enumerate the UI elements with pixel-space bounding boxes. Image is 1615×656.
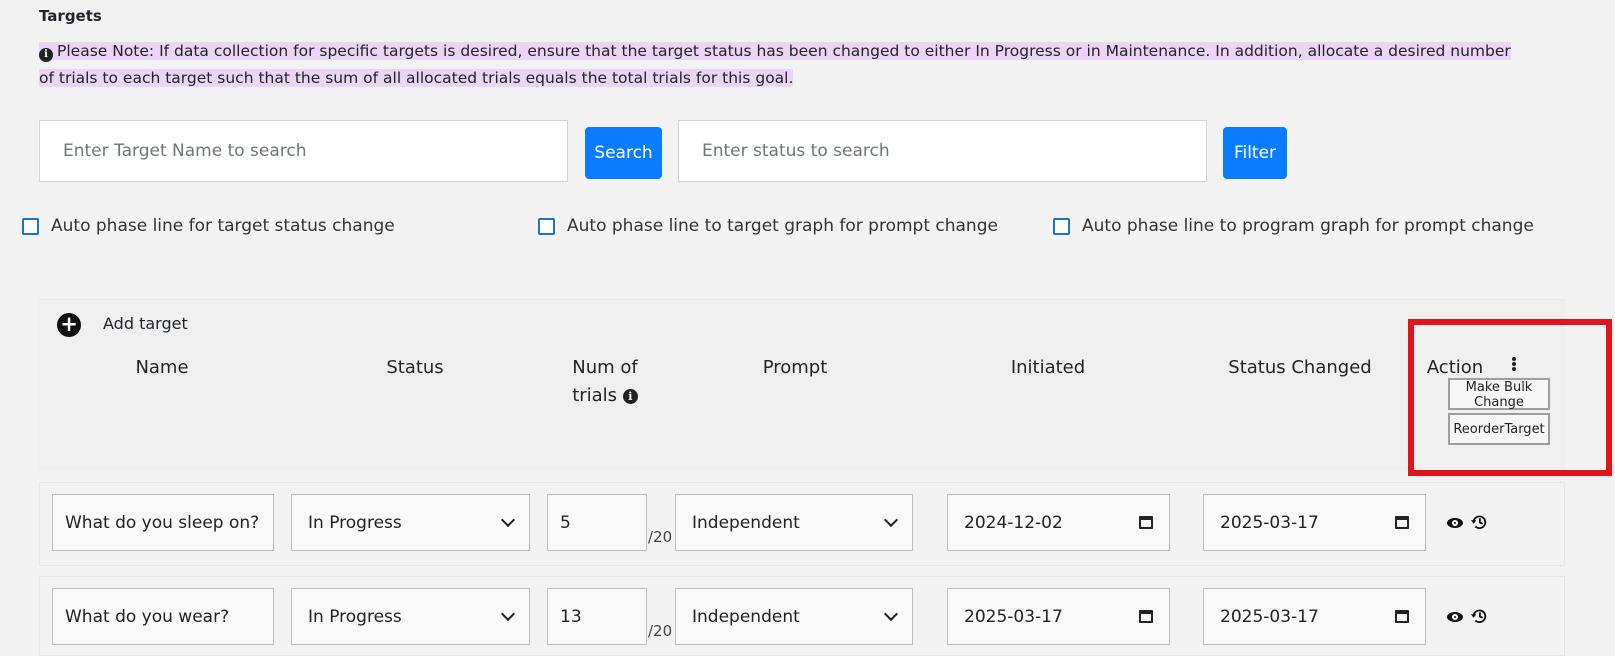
calendar-icon[interactable] [1395, 610, 1409, 623]
trials-total: /20 [648, 528, 673, 546]
status-changed-date-input[interactable]: 2025-03-17 [1203, 494, 1426, 551]
target-name-field[interactable]: What do you sleep on? [52, 494, 274, 551]
trials-input[interactable]: 13 [547, 588, 647, 645]
prompt-select[interactable]: Independent [675, 494, 913, 551]
prompt-select[interactable]: Independent [675, 588, 913, 645]
calendar-icon[interactable] [1139, 516, 1153, 529]
add-target-link[interactable]: Add target [103, 314, 188, 333]
initiated-date-input[interactable]: 2025-03-17 [947, 588, 1170, 645]
note-text: Please Note: If data collection for spec… [39, 42, 1511, 87]
highlight-annotation [1408, 319, 1612, 476]
status-changed-date-input[interactable]: 2025-03-17 [1203, 588, 1426, 645]
header-initiated: Initiated [1010, 357, 1086, 378]
filter-button[interactable]: Filter [1223, 127, 1287, 179]
status-search-input[interactable] [678, 120, 1207, 182]
history-icon[interactable] [1470, 607, 1488, 625]
header-status-changed: Status Changed [1228, 357, 1372, 378]
option-target-status-phase-line[interactable]: Auto phase line for target status change [22, 216, 395, 236]
option-program-graph-phase-line[interactable]: Auto phase line to program graph for pro… [1053, 216, 1534, 236]
checkbox[interactable] [22, 217, 39, 235]
eye-icon[interactable] [1447, 518, 1463, 528]
targets-table-header [39, 299, 1565, 470]
calendar-icon[interactable] [1139, 610, 1153, 623]
search-button[interactable]: Search [585, 127, 662, 179]
chevron-down-icon [883, 512, 899, 528]
section-title: Targets [39, 7, 102, 25]
header-status: Status [386, 357, 444, 378]
header-prompt: Prompt [762, 357, 828, 378]
checkbox[interactable] [1053, 217, 1070, 235]
checkbox[interactable] [538, 217, 555, 235]
chevron-down-icon [883, 606, 899, 622]
target-name-search-input[interactable] [39, 120, 568, 182]
trials-input[interactable]: 5 [547, 494, 647, 551]
chevron-down-icon [500, 512, 516, 528]
info-icon[interactable]: i [622, 389, 638, 404]
chevron-down-icon [500, 606, 516, 622]
trials-total: /20 [648, 622, 673, 640]
info-icon: i [39, 48, 53, 62]
header-num-trials: Num of trials i [572, 357, 638, 406]
option-target-graph-phase-line[interactable]: Auto phase line to target graph for prom… [538, 216, 998, 236]
add-circle-icon[interactable]: + [57, 313, 81, 337]
targets-note: i Please Note: If data collection for spe… [39, 38, 1529, 92]
history-icon[interactable] [1470, 513, 1488, 531]
calendar-icon[interactable] [1395, 516, 1409, 529]
header-name: Name [135, 357, 189, 378]
status-select[interactable]: In Progress [291, 588, 530, 645]
status-select[interactable]: In Progress [291, 494, 530, 551]
initiated-date-input[interactable]: 2024-12-02 [947, 494, 1170, 551]
target-name-field[interactable]: What do you wear? [52, 588, 274, 645]
eye-icon[interactable] [1447, 612, 1463, 622]
